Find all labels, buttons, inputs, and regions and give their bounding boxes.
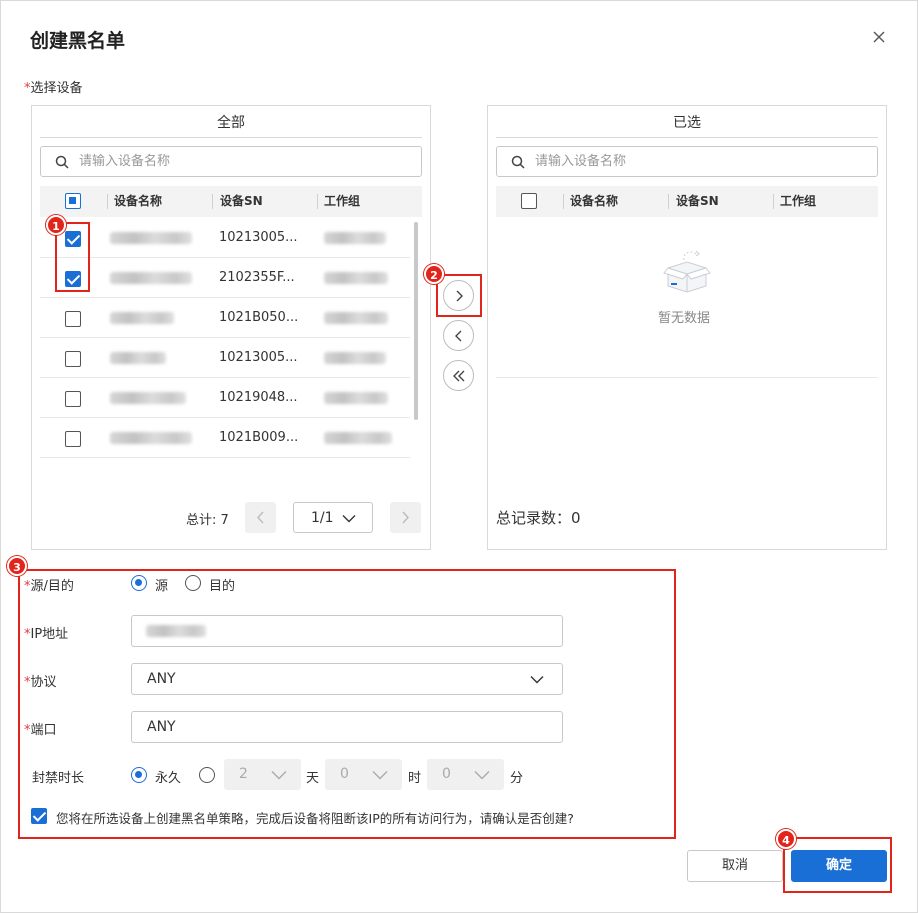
selected-search-box[interactable] <box>496 146 878 177</box>
divider <box>496 377 878 378</box>
select-all-checkbox[interactable] <box>65 193 81 209</box>
close-icon[interactable] <box>870 28 888 46</box>
device-name-redacted <box>110 432 192 444</box>
move-left-button[interactable] <box>443 320 474 351</box>
device-sn: 10213005... <box>219 230 298 245</box>
chevron-left-icon <box>257 511 264 524</box>
workgroup-redacted <box>324 272 388 284</box>
select-devices-label: *选择设备 <box>24 81 83 96</box>
table-row[interactable]: 2102355F... <box>40 258 410 298</box>
selected-panel-title: 已选 <box>496 106 878 138</box>
device-sn: 2102355F... <box>219 270 295 285</box>
device-name-redacted <box>110 232 192 244</box>
search-icon <box>55 155 69 169</box>
chevron-left-icon <box>455 330 462 342</box>
workgroup-redacted <box>324 432 392 444</box>
device-sn: 10219048... <box>219 390 298 405</box>
page-select[interactable]: 1/1 <box>293 502 373 533</box>
col-device-name: 设备名称 <box>570 194 619 208</box>
step-badge-4: 4 <box>776 829 796 849</box>
device-sn: 10213005... <box>219 350 298 365</box>
highlight-box-2 <box>436 274 482 317</box>
prev-page-button[interactable] <box>245 502 276 533</box>
dialog-title: 创建黑名单 <box>30 30 126 52</box>
col-device-name: 设备名称 <box>114 194 163 208</box>
step-badge-3: 3 <box>7 556 27 576</box>
workgroup-redacted <box>324 312 388 324</box>
double-chevron-left-icon <box>453 370 465 382</box>
col-device-sn: 设备SN <box>220 194 263 208</box>
step-badge-1: 1 <box>46 215 66 235</box>
col-workgroup: 工作组 <box>780 194 817 208</box>
all-total-label: 总计: 7 <box>186 513 229 528</box>
all-search-box[interactable] <box>40 146 422 177</box>
device-sn: 1021B009... <box>219 430 299 445</box>
table-row[interactable]: 10213005... <box>40 218 410 258</box>
table-row[interactable]: 1021B050... <box>40 298 410 338</box>
workgroup-redacted <box>324 392 388 404</box>
device-name-redacted <box>110 272 192 284</box>
device-sn: 1021B050... <box>219 310 299 325</box>
table-row[interactable]: 10219048... <box>40 378 410 418</box>
empty-text: 暂无数据 <box>658 311 711 326</box>
device-name-redacted <box>110 392 186 404</box>
all-table-header: 设备名称 设备SN 工作组 <box>40 186 422 217</box>
chevron-right-icon <box>402 511 409 524</box>
select-all-checkbox[interactable] <box>521 193 537 209</box>
col-device-sn: 设备SN <box>676 194 719 208</box>
workgroup-redacted <box>324 352 386 364</box>
chevron-down-icon <box>342 515 356 523</box>
workgroup-redacted <box>324 232 386 244</box>
all-panel-title: 全部 <box>40 106 422 138</box>
table-row[interactable]: 10213005... <box>40 338 410 378</box>
selected-search-input[interactable] <box>535 147 835 176</box>
next-page-button[interactable] <box>390 502 421 533</box>
row-checkbox[interactable] <box>65 351 81 367</box>
move-all-left-button[interactable] <box>443 360 474 391</box>
table-scrollbar[interactable] <box>414 222 418 420</box>
search-icon <box>511 155 525 169</box>
all-search-input[interactable] <box>79 147 379 176</box>
row-checkbox[interactable] <box>65 431 81 447</box>
device-name-redacted <box>110 312 174 324</box>
empty-box-icon <box>662 246 712 296</box>
selected-table-header: 设备名称 设备SN 工作组 <box>496 186 878 217</box>
page-value: 1/1 <box>311 510 334 526</box>
selected-total-label: 总记录数：0 <box>496 509 581 527</box>
col-workgroup: 工作组 <box>324 194 361 208</box>
device-name-redacted <box>110 352 166 364</box>
step-badge-2: 2 <box>424 264 444 284</box>
highlight-box-4 <box>783 837 892 893</box>
table-row[interactable]: 1021B009... <box>40 418 410 458</box>
cancel-button[interactable]: 取消 <box>687 850 783 882</box>
highlight-box-3 <box>18 569 676 839</box>
row-checkbox[interactable] <box>65 311 81 327</box>
row-checkbox[interactable] <box>65 391 81 407</box>
